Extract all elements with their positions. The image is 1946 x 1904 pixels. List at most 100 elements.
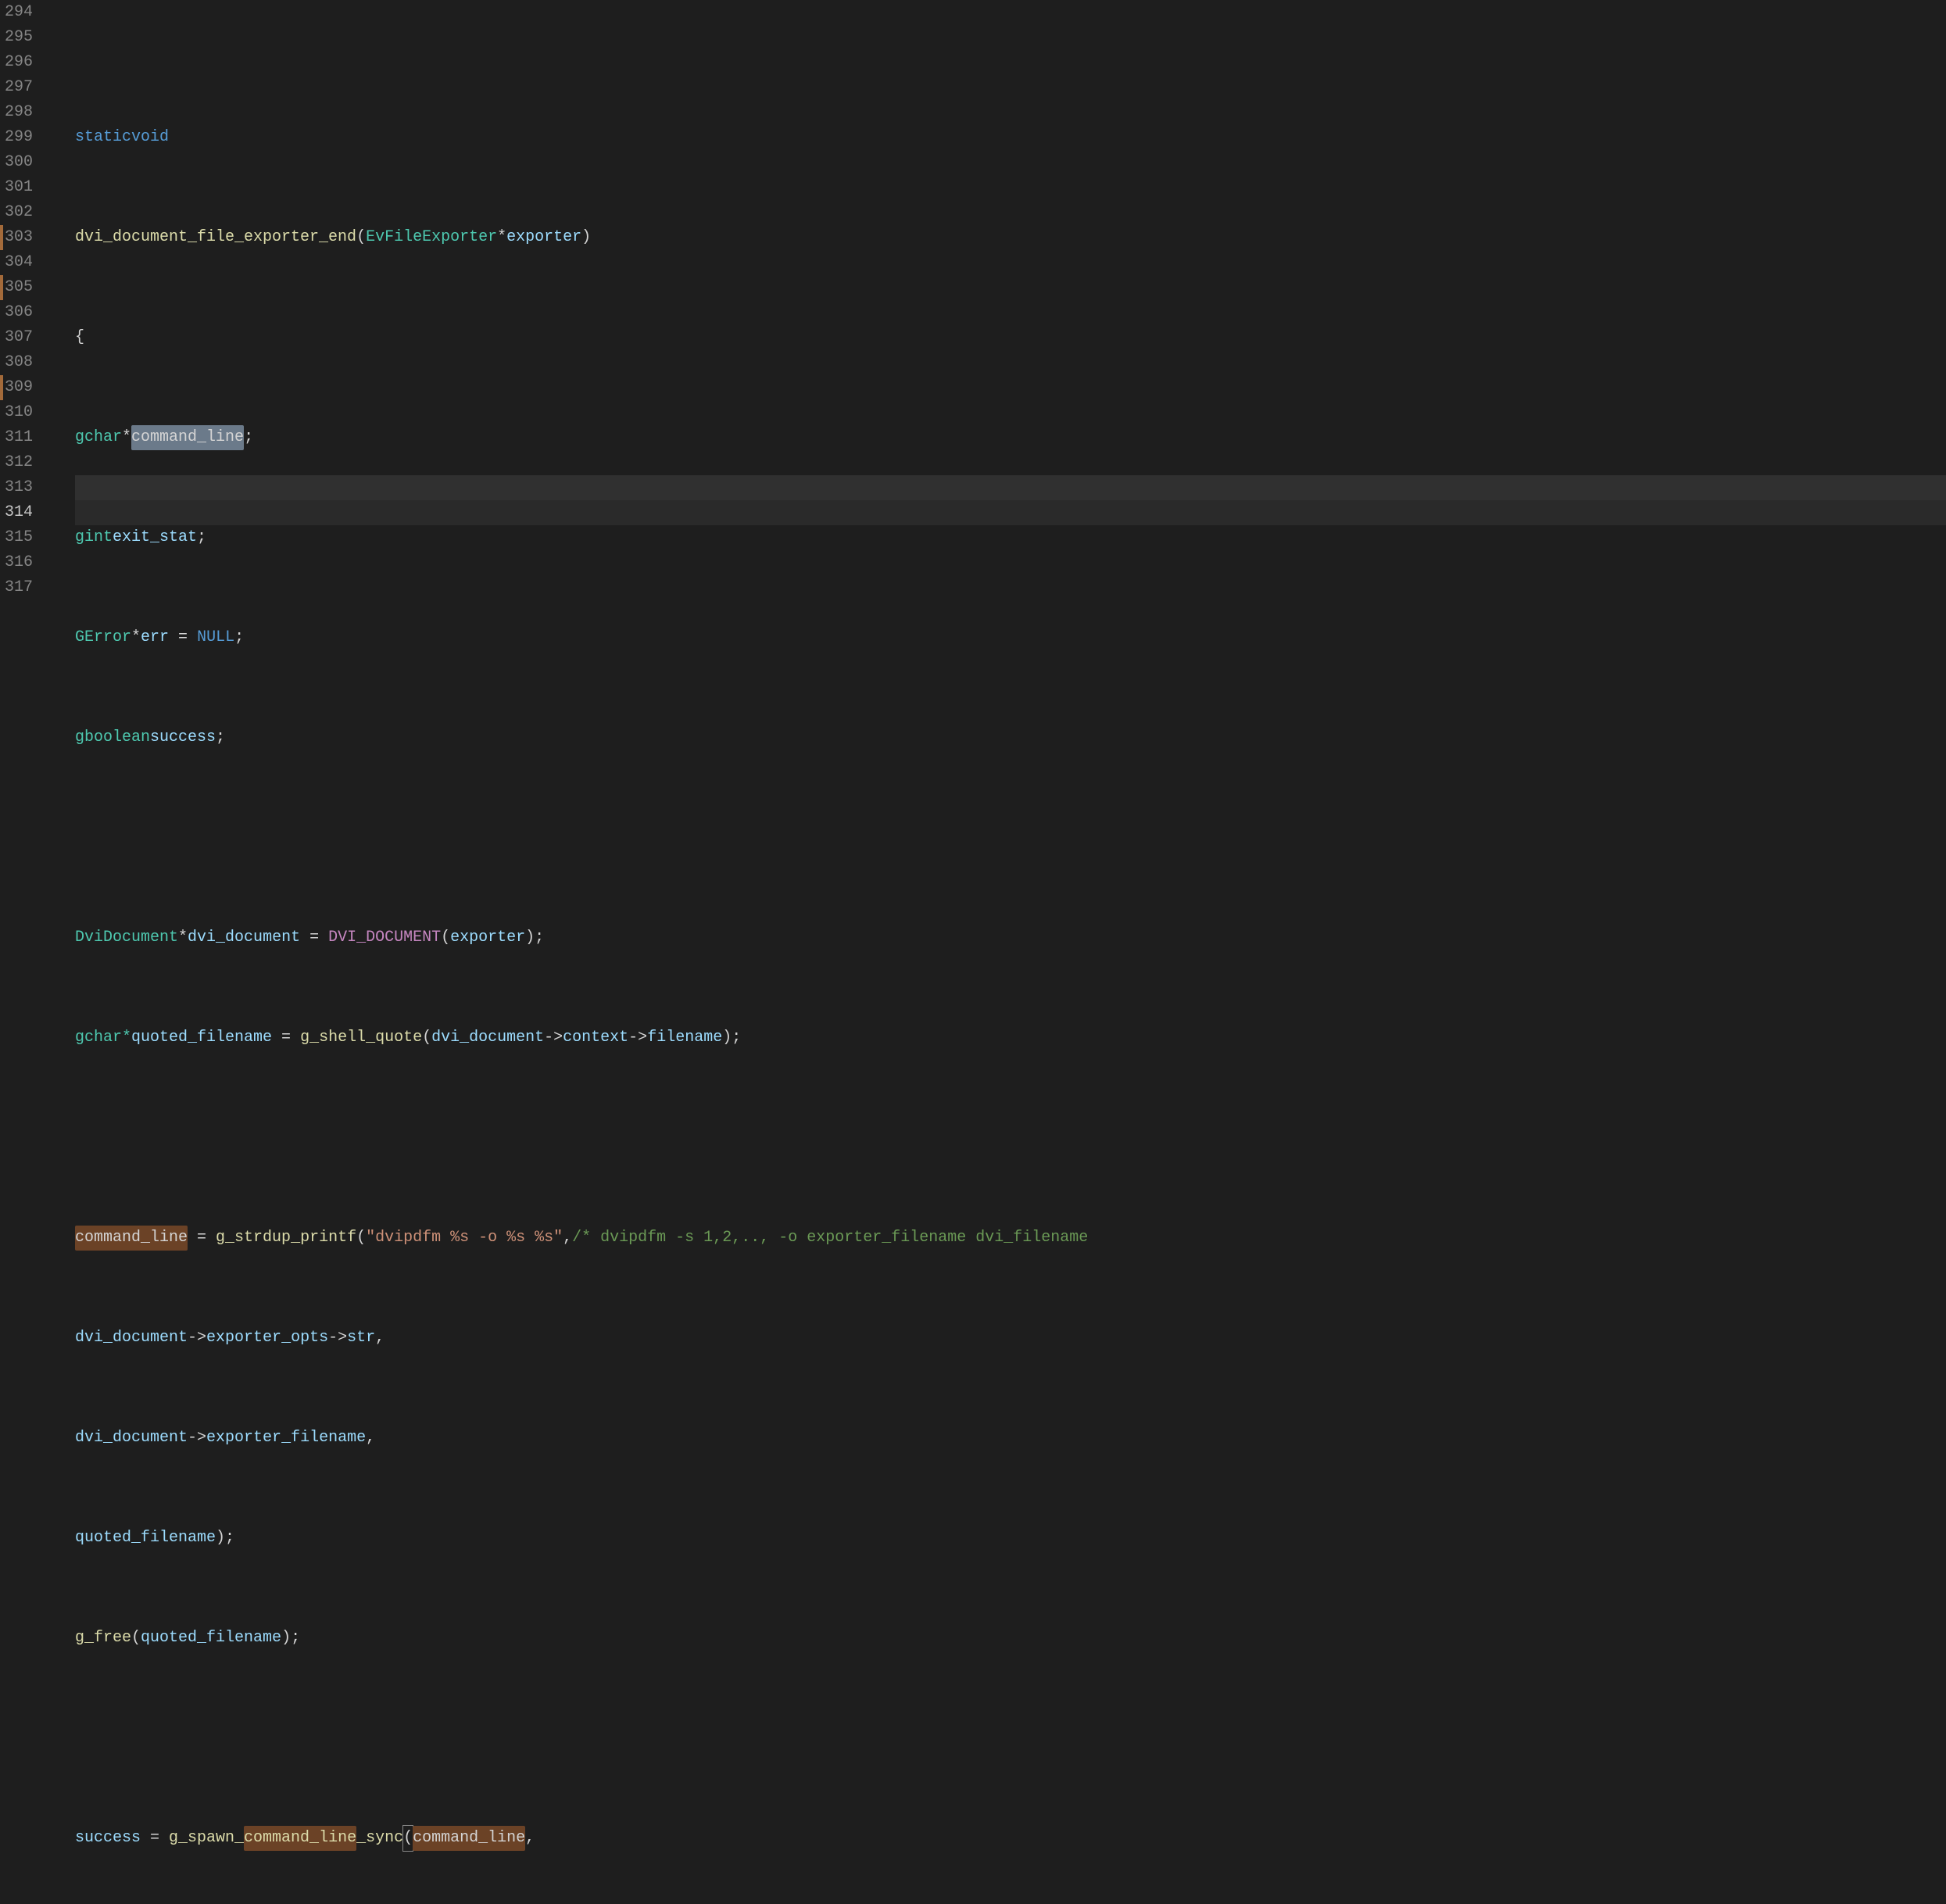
search-match: command_line <box>413 1826 525 1851</box>
identifier: quoted_filename <box>131 1025 272 1050</box>
operator: -> <box>628 1025 647 1050</box>
macro: DVI_DOCUMENT <box>328 925 441 950</box>
code-editor[interactable]: 294 295 296 297 298 299 300 301 302 303 … <box>0 0 1946 1904</box>
search-match: command_line <box>244 1826 356 1851</box>
dirty-marks <box>0 0 5 1904</box>
code-line[interactable]: gchar *command_line; <box>75 425 1946 450</box>
code-line[interactable]: command_line = g_strdup_printf ("dvipdfm… <box>75 1226 1946 1251</box>
identifier: exporter <box>506 225 581 250</box>
operator: = <box>300 925 328 950</box>
line-number: 296 <box>5 50 53 75</box>
line-number: 308 <box>5 350 53 375</box>
line-number: 316 <box>5 550 53 575</box>
operator: = <box>188 1226 216 1251</box>
line-number: 312 <box>5 450 53 475</box>
code-line[interactable]: quoted_filename); <box>75 1526 1946 1551</box>
identifier: dvi_document <box>431 1025 544 1050</box>
line-number: 306 <box>5 300 53 325</box>
code-line[interactable]: gint exit_stat; <box>75 525 1946 550</box>
line-number: 310 <box>5 400 53 425</box>
function-call: g_spawn_ <box>169 1826 244 1851</box>
identifier: exit_stat <box>113 525 197 550</box>
line-number-gutter: 294 295 296 297 298 299 300 301 302 303 … <box>5 0 75 1904</box>
function-call: _sync <box>356 1826 403 1851</box>
identifier: err <box>141 625 169 650</box>
line-number: 294 <box>5 0 53 25</box>
line-number: 305 <box>5 275 53 300</box>
operator: = <box>272 1025 300 1050</box>
line-number: 303 <box>5 225 53 250</box>
line-number: 298 <box>5 100 53 125</box>
identifier: exporter_filename <box>206 1426 366 1451</box>
code-line[interactable]: { <box>75 325 1946 350</box>
function-name: dvi_document_file_exporter_end <box>75 225 356 250</box>
code-line[interactable]: dvi_document->exporter_opts->str, <box>75 1326 1946 1351</box>
code-line[interactable]: DviDocument *dvi_document = DVI_DOCUMENT… <box>75 925 1946 950</box>
line-number-current: 314 <box>5 500 53 525</box>
operator: -> <box>544 1025 563 1050</box>
line-number: 300 <box>5 150 53 175</box>
selection: command_line <box>131 425 244 450</box>
code-line[interactable]: success = g_spawn_command_line_sync (com… <box>75 1826 1946 1851</box>
identifier: dvi_document <box>188 925 300 950</box>
type: gchar* <box>75 1025 131 1050</box>
type: DviDocument <box>75 925 178 950</box>
line-number: 304 <box>5 250 53 275</box>
identifier: quoted_filename <box>141 1626 281 1651</box>
code-line[interactable] <box>75 825 1946 850</box>
code-line[interactable]: gchar* quoted_filename = g_shell_quote (… <box>75 1025 1946 1050</box>
function-call: g_shell_quote <box>300 1025 422 1050</box>
type: GError <box>75 625 131 650</box>
identifier: dvi_document <box>75 1326 188 1351</box>
operator: -> <box>188 1326 206 1351</box>
function-call: g_strdup_printf <box>216 1226 356 1251</box>
identifier: success <box>75 1826 141 1851</box>
type: EvFileExporter <box>366 225 497 250</box>
comment: /* dvipdfm -s 1,2,.., -o exporter_filena… <box>572 1226 1088 1251</box>
operator: -> <box>188 1426 206 1451</box>
operator: * <box>497 225 506 250</box>
line-number: 295 <box>5 25 53 50</box>
keyword: static <box>75 125 131 150</box>
type: gchar <box>75 425 122 450</box>
identifier: exporter_opts <box>206 1326 328 1351</box>
code-line[interactable]: gboolean success; <box>75 725 1946 750</box>
identifier: quoted_filename <box>75 1526 216 1551</box>
line-number: 315 <box>5 525 53 550</box>
function-call: g_free <box>75 1626 131 1651</box>
line-number: 301 <box>5 175 53 200</box>
line-number: 309 <box>5 375 53 400</box>
code-line[interactable] <box>75 1726 1946 1751</box>
operator: -> <box>328 1326 347 1351</box>
code-area[interactable]: static void dvi_document_file_exporter_e… <box>75 0 1946 1904</box>
type: gint <box>75 525 113 550</box>
identifier: dvi_document <box>75 1426 188 1451</box>
code-line[interactable] <box>75 1126 1946 1151</box>
code-line[interactable]: dvi_document->exporter_filename, <box>75 1426 1946 1451</box>
code-line[interactable]: dvi_document_file_exporter_end (EvFileEx… <box>75 225 1946 250</box>
operator: = <box>169 625 197 650</box>
line-number: 299 <box>5 125 53 150</box>
code-line[interactable]: GError *err = NULL; <box>75 625 1946 650</box>
operator: = <box>141 1826 169 1851</box>
identifier: str <box>347 1326 375 1351</box>
line-number: 307 <box>5 325 53 350</box>
string-literal: "dvipdfm %s -o %s %s" <box>366 1226 563 1251</box>
code-line[interactable]: g_free (quoted_filename); <box>75 1626 1946 1651</box>
identifier: filename <box>647 1025 722 1050</box>
line-number: 311 <box>5 425 53 450</box>
line-number: 302 <box>5 200 53 225</box>
identifier: exporter <box>450 925 525 950</box>
line-number: 297 <box>5 75 53 100</box>
identifier: context <box>563 1025 628 1050</box>
code-line[interactable]: static void <box>75 125 1946 150</box>
constant: NULL <box>197 625 234 650</box>
search-match: command_line <box>75 1226 188 1251</box>
identifier: success <box>150 725 216 750</box>
line-number: 317 <box>5 575 53 600</box>
keyword: void <box>131 125 169 150</box>
brace: { <box>75 325 84 350</box>
type: gboolean <box>75 725 150 750</box>
punct: ; <box>244 425 253 450</box>
line-number: 313 <box>5 475 53 500</box>
